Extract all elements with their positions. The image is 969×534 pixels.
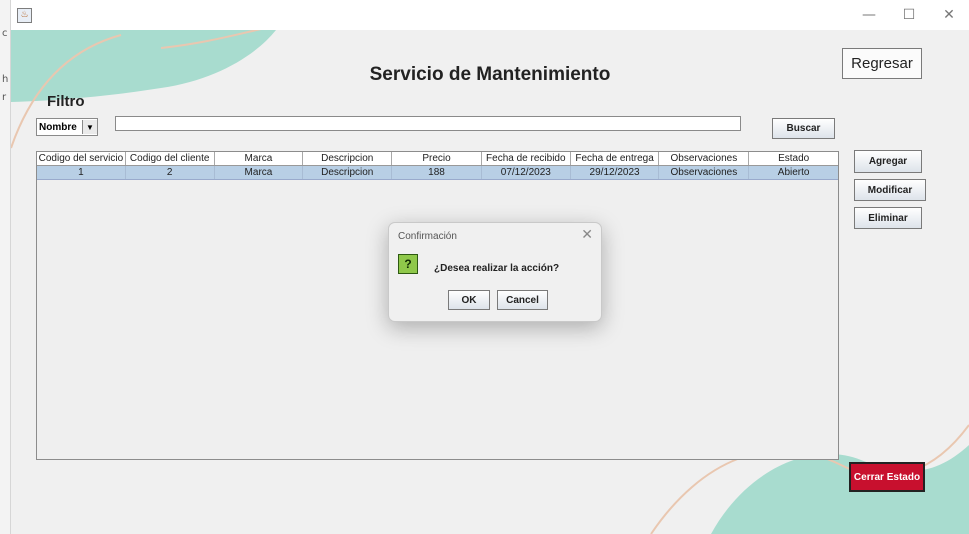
filter-field-select[interactable]: Nombre ▼ xyxy=(36,118,98,136)
confirmation-dialog: Confirmación ✕ ? ¿Desea realizar la acci… xyxy=(388,222,602,322)
table-cell: Abierto xyxy=(777,167,810,178)
title-bar: ♨ — ☐ ✕ xyxy=(11,0,969,30)
table-cell: 29/12/2023 xyxy=(571,166,660,179)
dialog-message: ¿Desea realizar la acción? xyxy=(434,263,560,274)
delete-button[interactable]: Eliminar xyxy=(854,207,922,229)
table-cell: 188 xyxy=(392,166,482,179)
close-state-button[interactable]: Cerrar Estado xyxy=(849,462,925,492)
col-fecha-entrega[interactable]: Fecha de entrega xyxy=(571,152,660,165)
edge-fragment: r xyxy=(2,92,7,103)
filter-label: Filtro xyxy=(47,93,85,110)
modify-button[interactable]: Modificar xyxy=(854,179,926,201)
chevron-down-icon: ▼ xyxy=(82,120,97,134)
back-button[interactable]: Regresar xyxy=(842,48,922,79)
table-cell: Marca xyxy=(215,166,304,179)
col-codigo-servicio[interactable]: Codigo del servicio xyxy=(37,152,126,165)
maximize-button[interactable]: ☐ xyxy=(889,0,929,30)
minimize-button[interactable]: — xyxy=(849,0,889,30)
table-cell: 1 xyxy=(37,166,126,179)
filter-field-value: Nombre xyxy=(39,121,77,133)
table-cell: 07/12/2023 xyxy=(482,166,571,179)
table-cell: 2 xyxy=(126,166,215,179)
col-codigo-cliente[interactable]: Codigo del cliente xyxy=(126,152,215,165)
ok-button[interactable]: OK xyxy=(448,290,490,310)
dialog-title: Confirmación xyxy=(398,231,457,242)
table-header: Codigo del servicio Codigo del cliente M… xyxy=(37,152,838,166)
col-estado[interactable]: Estado xyxy=(749,152,838,165)
main-panel: Servicio de Mantenimiento Regresar Filtr… xyxy=(11,30,969,534)
table-cell: Observaciones xyxy=(659,166,750,179)
app-window: ♨ — ☐ ✕ Servicio de Mantenimiento Regres… xyxy=(11,0,969,534)
close-window-button[interactable]: ✕ xyxy=(929,0,969,30)
col-fecha-recibido[interactable]: Fecha de recibido xyxy=(482,152,571,165)
java-icon: ♨ xyxy=(17,8,32,23)
col-descripcion[interactable]: Descripcion xyxy=(303,152,393,165)
table-cell: Descripcion xyxy=(303,166,393,179)
col-observaciones[interactable]: Observaciones xyxy=(659,152,750,165)
edge-fragment: c xyxy=(2,28,8,39)
search-input[interactable] xyxy=(115,116,741,131)
question-icon: ? xyxy=(398,254,418,274)
dialog-close-icon[interactable]: ✕ xyxy=(581,227,593,243)
edge-fragment: h xyxy=(2,74,9,85)
cancel-button[interactable]: Cancel xyxy=(497,290,548,310)
col-marca[interactable]: Marca xyxy=(215,152,304,165)
table-row[interactable]: 1 2 Marca Descripcion 188 07/12/2023 29/… xyxy=(37,166,838,180)
add-button[interactable]: Agregar xyxy=(854,150,922,173)
col-precio[interactable]: Precio xyxy=(392,152,482,165)
page-title: Servicio de Mantenimiento xyxy=(369,64,611,85)
search-button[interactable]: Buscar xyxy=(772,118,835,139)
background-window-edge: c h r xyxy=(0,0,11,534)
